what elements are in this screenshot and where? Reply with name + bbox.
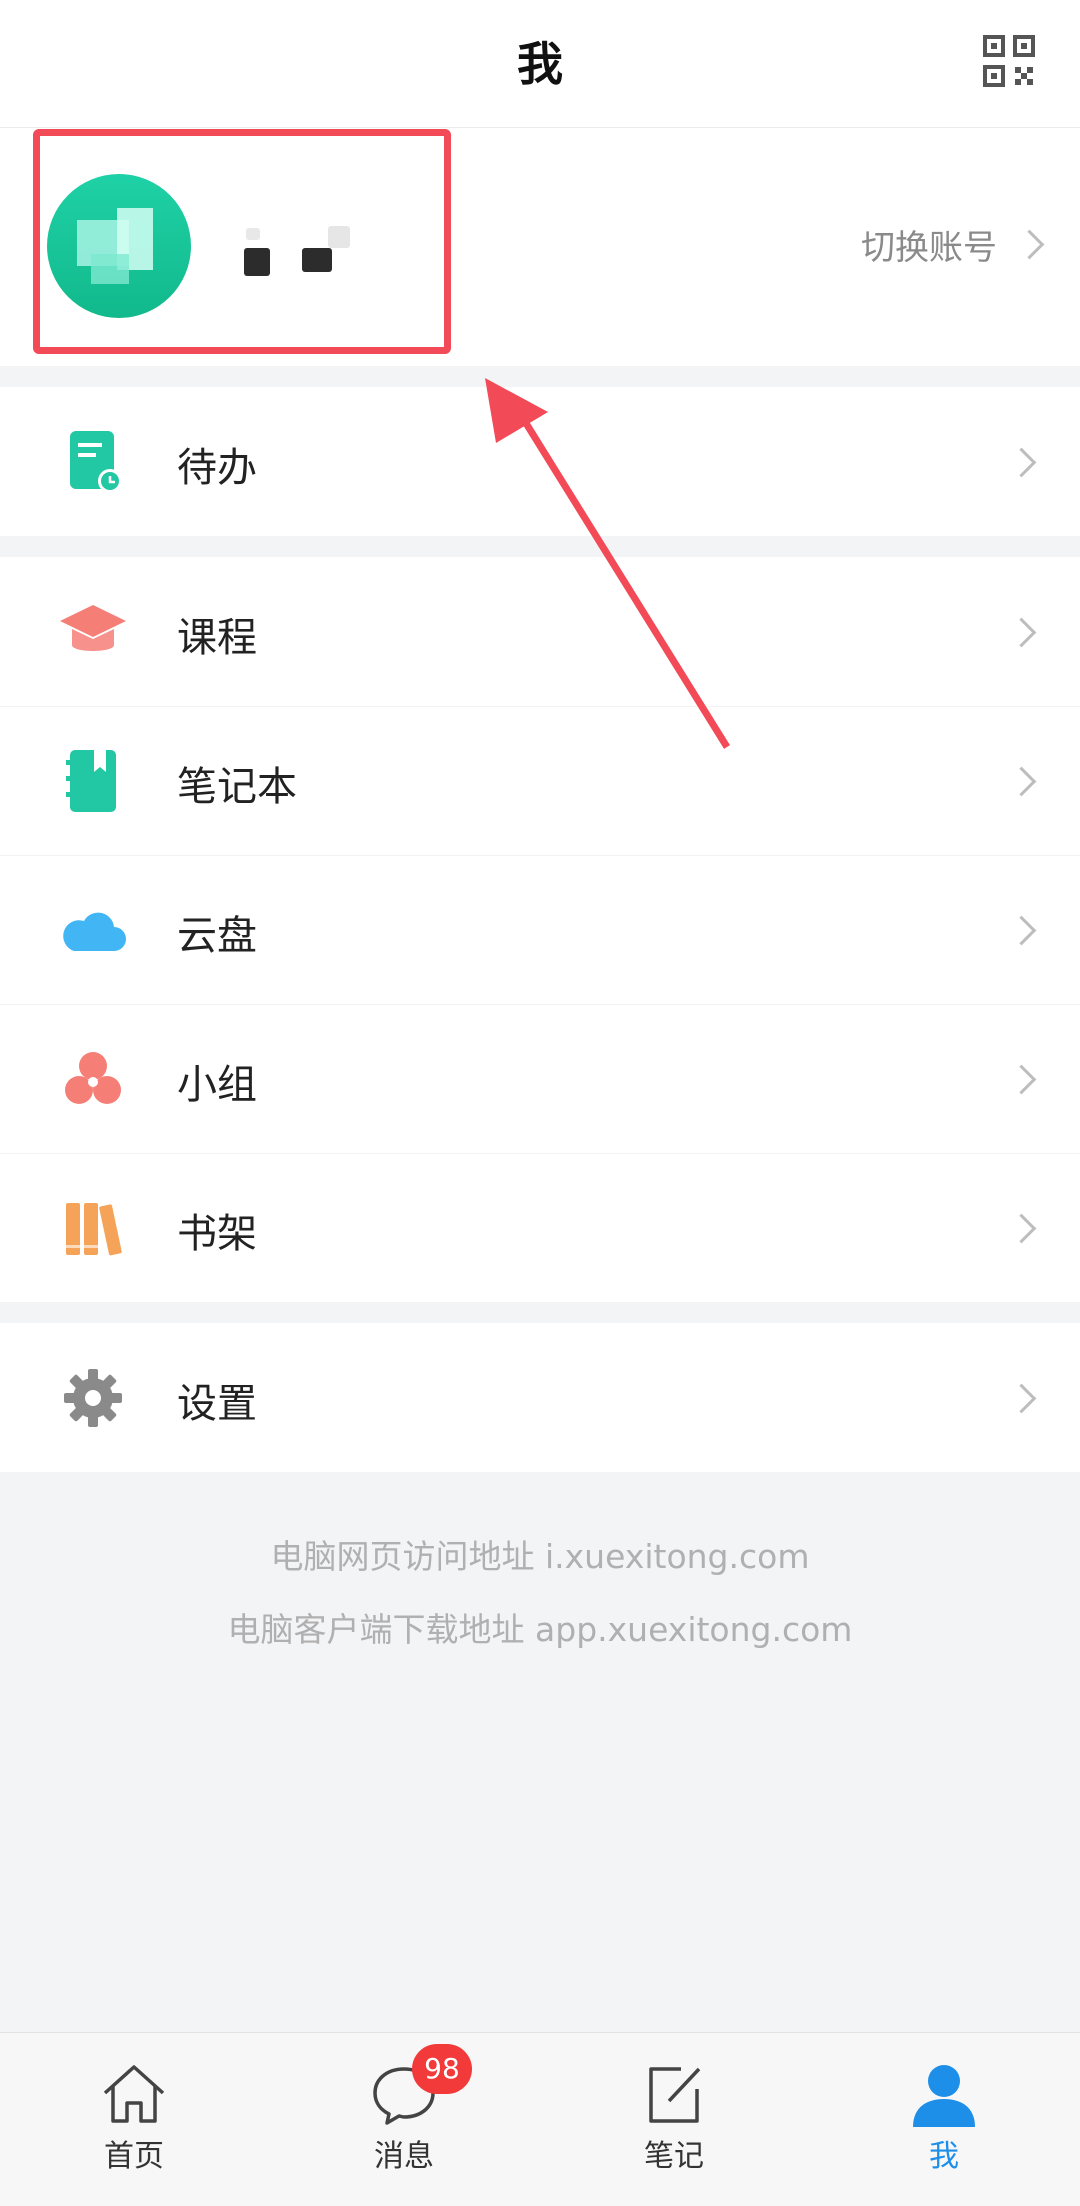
home-icon bbox=[103, 2065, 165, 2123]
menu-item-label: 云盘 bbox=[177, 913, 257, 959]
chevron-right-icon bbox=[1006, 1064, 1037, 1095]
menu-item-label: 书架 bbox=[177, 1211, 257, 1257]
tab-home[interactable]: 首页 bbox=[64, 2059, 204, 2175]
menu-item-label: 小组 bbox=[177, 1062, 257, 1108]
gear-icon bbox=[64, 1369, 122, 1427]
user-icon bbox=[913, 2065, 975, 2127]
message-count-badge: 98 bbox=[412, 2044, 472, 2094]
note-icon bbox=[649, 2067, 701, 2123]
bookshelf-icon bbox=[66, 1203, 122, 1256]
chevron-right-icon bbox=[1006, 1383, 1037, 1414]
menu-item-label: 设置 bbox=[177, 1381, 257, 1427]
annotation-arrow bbox=[485, 378, 730, 749]
tab-label: 笔记 bbox=[644, 2139, 704, 2174]
tab-label: 消息 bbox=[374, 2139, 434, 2174]
cloud-icon bbox=[63, 912, 126, 951]
web-address-text: 电脑网页访问地址 i.xuexitong.com bbox=[270, 1537, 810, 1576]
tab-label: 我 bbox=[929, 2139, 959, 2174]
menu-item-bookshelf[interactable]: 书架 bbox=[0, 1153, 1080, 1302]
menu-item-cloud[interactable]: 云盘 bbox=[0, 855, 1080, 1004]
chevron-right-icon bbox=[1006, 915, 1037, 946]
tab-me[interactable]: 我 bbox=[874, 2059, 1014, 2175]
bottom-tab-bar: 首页 消息 笔记 我 bbox=[0, 2032, 1080, 2206]
group-icon bbox=[65, 1052, 121, 1104]
chevron-right-icon bbox=[1006, 1213, 1037, 1244]
tab-notes[interactable]: 笔记 bbox=[604, 2059, 744, 2175]
menu-item-group[interactable]: 小组 bbox=[0, 1004, 1080, 1153]
menu-item-settings[interactable]: 设置 bbox=[0, 1323, 1080, 1472]
tab-label: 首页 bbox=[104, 2139, 164, 2174]
menu-group-settings: 设置 bbox=[0, 1323, 1080, 1472]
client-download-text: 电脑客户端下载地址 app.xuexitong.com bbox=[227, 1610, 853, 1649]
